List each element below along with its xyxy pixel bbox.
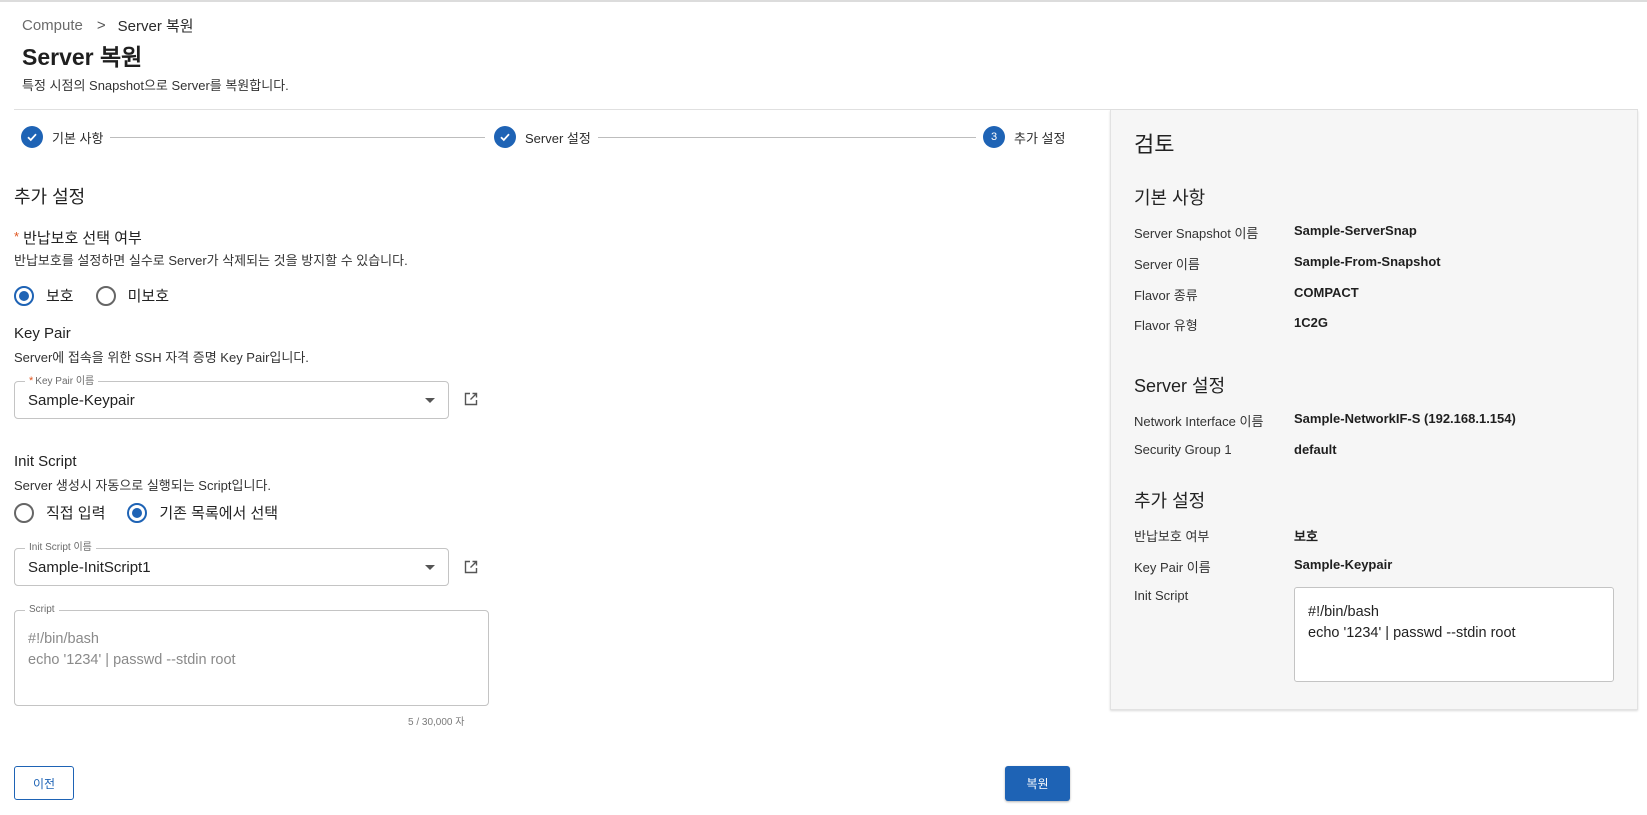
radio-protect[interactable]: 보호 <box>14 285 74 306</box>
restore-button[interactable]: 복원 <box>1005 766 1070 801</box>
caret-down-icon <box>425 565 435 570</box>
step-label: Server 설정 <box>525 130 591 146</box>
radio-unselected-icon <box>14 502 34 523</box>
radio-selected-icon <box>14 285 34 306</box>
review-key: Server Snapshot 이름 <box>1134 226 1259 241</box>
step-additional-settings: 3 추가 설정 <box>983 126 1065 148</box>
protection-label: * 반납보호 선택 여부 <box>14 227 142 248</box>
init-script-value: Sample-InitScript1 <box>28 559 151 576</box>
review-value: 보호 <box>1294 529 1318 544</box>
breadcrumb-separator: > <box>96 17 106 34</box>
script-field-label: Script <box>25 604 59 616</box>
review-value: 1C2G <box>1294 315 1328 330</box>
step-label: 기본 사항 <box>52 130 104 146</box>
review-title: 검토 <box>1134 132 1175 157</box>
protection-description: 반납보호를 설정하면 실수로 Server가 삭제되는 것을 방지할 수 있습니… <box>14 253 408 268</box>
review-key: Server 이름 <box>1134 257 1200 272</box>
review-value: Sample-Keypair <box>1294 557 1393 572</box>
review-value: default <box>1294 442 1337 457</box>
review-section-title: 기본 사항 <box>1134 188 1206 208</box>
section-title: 추가 설정 <box>14 187 86 207</box>
key-pair-field-label: * Key Pair 이름 <box>25 375 99 388</box>
script-textarea[interactable]: Script #!/bin/bash echo '1234' | passwd … <box>14 604 489 706</box>
init-script-label: Init Script <box>14 453 77 470</box>
step-number-icon: 3 <box>983 126 1005 148</box>
step-basic: 기본 사항 <box>21 126 103 148</box>
required-mark: * <box>14 229 20 244</box>
key-pair-value: Sample-Keypair <box>28 392 135 409</box>
radio-unselected-icon <box>95 285 116 306</box>
review-value: Sample-From-Snapshot <box>1294 254 1441 269</box>
breadcrumb-current: Server 복원 <box>117 18 194 35</box>
page-description: 특정 시점의 Snapshot으로 Server를 복원합니다. <box>22 78 289 93</box>
page-title: Server 복원 <box>22 44 143 70</box>
review-key: Security Group 1 <box>1134 442 1232 457</box>
review-section-title: Server 설정 <box>1134 376 1226 396</box>
init-script-description: Server 생성시 자동으로 실행되는 Script입니다. <box>14 478 272 493</box>
radio-no-protect[interactable]: 미보호 <box>95 285 170 306</box>
caret-down-icon <box>425 398 435 403</box>
review-key: Network Interface 이름 <box>1134 414 1264 429</box>
radio-label: 기존 목록에서 선택 <box>159 505 279 522</box>
init-script-radio-group: 직접 입력 기존 목록에서 선택 <box>14 502 300 523</box>
radio-direct-input[interactable]: 직접 입력 <box>14 502 105 523</box>
step-connector <box>598 137 976 138</box>
radio-label: 보호 <box>46 288 74 305</box>
script-char-counter: 5 / 30,000 자 <box>408 717 465 728</box>
required-mark: * <box>29 375 34 387</box>
review-value: COMPACT <box>1294 285 1359 300</box>
step-connector <box>110 137 485 138</box>
breadcrumb-root[interactable]: Compute <box>22 17 83 34</box>
review-script-box: #!/bin/bash echo '1234' | passwd --stdin… <box>1294 587 1614 682</box>
key-pair-label: Key Pair <box>14 325 71 342</box>
review-script-content: #!/bin/bash echo '1234' | passwd --stdin… <box>1308 604 1516 641</box>
review-key: Key Pair 이름 <box>1134 560 1211 575</box>
step-label: 추가 설정 <box>1014 130 1066 146</box>
review-value: Sample-ServerSnap <box>1294 223 1417 238</box>
step-server-settings: Server 설정 <box>494 126 591 148</box>
init-script-field-label: Init Script 이름 <box>25 542 96 554</box>
radio-select-existing[interactable]: 기존 목록에서 선택 <box>127 502 278 523</box>
prev-button[interactable]: 이전 <box>14 766 74 800</box>
protection-label-text: 반납보호 선택 여부 <box>23 230 142 247</box>
breadcrumb: Compute > Server 복원 <box>22 15 194 36</box>
review-key: 반납보호 여부 <box>1134 529 1210 544</box>
review-key: Init Script <box>1134 588 1189 603</box>
top-shadow <box>0 0 1647 2</box>
key-pair-description: Server에 접속을 위한 SSH 자격 증명 Key Pair입니다. <box>14 350 309 365</box>
review-key: Flavor 유형 <box>1134 318 1198 333</box>
radio-label: 미보호 <box>127 288 170 305</box>
radio-label: 직접 입력 <box>46 505 106 522</box>
protection-radio-group: 보호 미보호 <box>14 285 191 306</box>
init-script-select[interactable]: Init Script 이름 Sample-InitScript1 <box>14 542 449 586</box>
review-key: Flavor 종류 <box>1134 288 1198 303</box>
check-icon <box>21 126 43 148</box>
key-pair-select[interactable]: * Key Pair 이름 Sample-Keypair <box>14 375 449 419</box>
script-content: #!/bin/bash echo '1234' | passwd --stdin… <box>28 631 236 668</box>
open-in-new-icon[interactable] <box>462 390 480 408</box>
review-value: Sample-NetworkIF-S (192.168.1.154) <box>1294 411 1516 426</box>
radio-selected-icon <box>127 502 148 523</box>
review-section-title: 추가 설정 <box>1134 491 1206 511</box>
open-in-new-icon[interactable] <box>462 558 480 576</box>
key-pair-field-label-text: Key Pair 이름 <box>35 376 95 387</box>
check-icon <box>494 126 516 148</box>
